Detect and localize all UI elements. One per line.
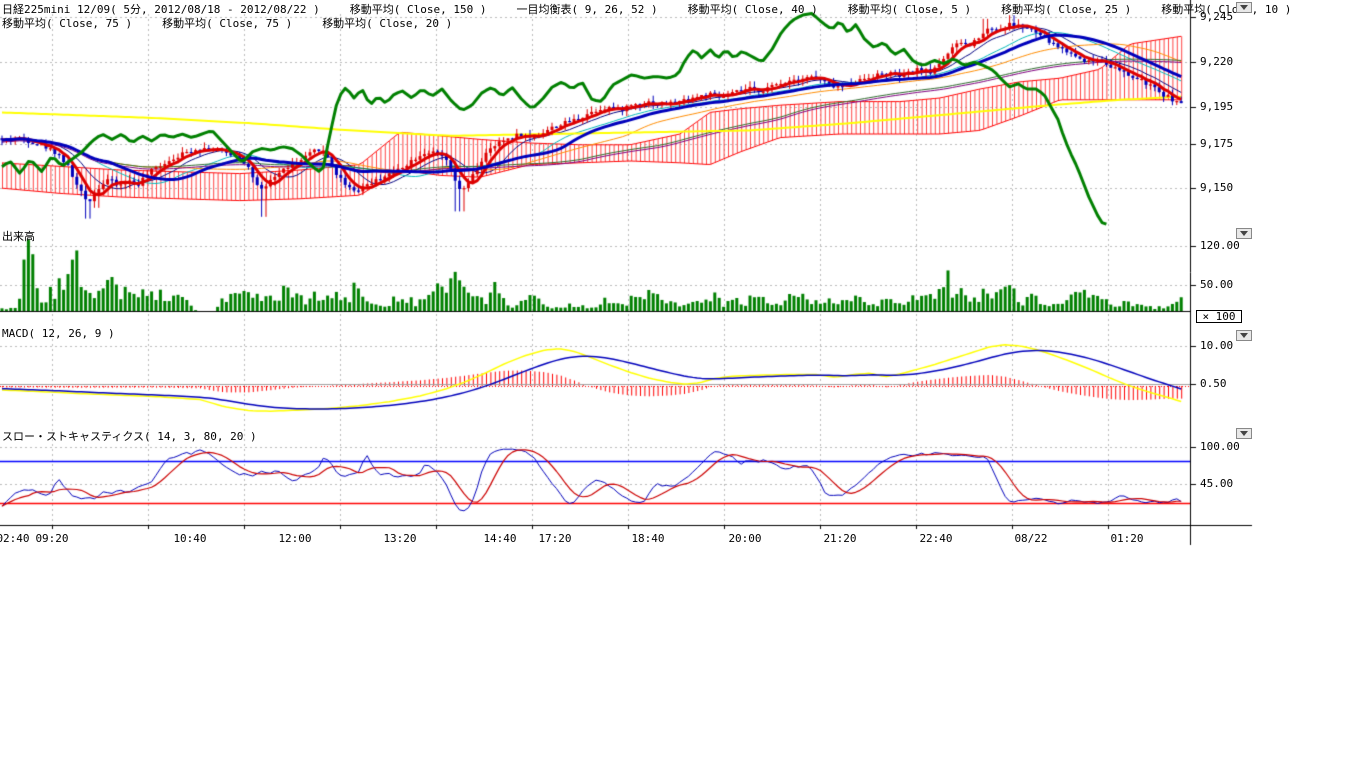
time-axis-tick-label: 17:20 (533, 532, 577, 545)
indicator-label: 移動平均( Close, 20 ) (322, 17, 452, 30)
volume-panel-label: 出来高 (2, 228, 35, 244)
panel-scale-dropdown-button[interactable] (1236, 2, 1252, 13)
time-axis-tick-label: 18:40 (626, 532, 670, 545)
indicator-label: 一目均衡表( 9, 26, 52 ) (517, 3, 658, 16)
price-axis-tick-label: 9,220 (1200, 55, 1260, 68)
panel-scale-dropdown-button[interactable] (1236, 330, 1252, 341)
chevron-down-icon (1240, 431, 1248, 436)
chevron-down-icon (1240, 5, 1248, 10)
time-axis-tick-label: 12:00 (273, 532, 317, 545)
macd-axis-tick-label: 0.50 (1200, 377, 1260, 390)
stochastics-panel-label: スロー・ストキャスティクス( 14, 3, 80, 20 ) (2, 428, 257, 444)
indicator-label: 移動平均( Close, 75 ) (162, 17, 292, 30)
time-axis-tick-label: 09:20 (30, 532, 74, 545)
indicator-label: 移動平均( Close, 5 ) (848, 3, 971, 16)
chevron-down-icon (1240, 333, 1248, 338)
stochastics-axis-tick-label: 100.00 (1200, 440, 1260, 453)
price-axis-tick-label: 9,150 (1200, 181, 1260, 194)
macd-panel-label: MACD( 12, 26, 9 ) (2, 327, 115, 340)
chevron-down-icon (1240, 231, 1248, 236)
volume-axis-tick-label: 120.00 (1200, 239, 1260, 252)
chart-canvas[interactable] (0, 0, 1366, 768)
indicator-label: 移動平均( Close, 75 ) (2, 17, 132, 30)
time-axis-tick-label: 14:40 (478, 532, 522, 545)
panel-scale-dropdown-button[interactable] (1236, 428, 1252, 439)
price-axis-tick-label: 9,175 (1200, 137, 1260, 150)
time-axis-tick-label: 20:00 (723, 532, 767, 545)
price-axis-tick-label: 9,195 (1200, 100, 1260, 113)
time-axis-tick-label: 01:20 (1105, 532, 1149, 545)
time-axis-tick-label: 21:20 (818, 532, 862, 545)
volume-multiplier-badge: × 100 (1196, 310, 1242, 323)
chart-application-window: 日経225mini 12/09( 5分, 2012/08/18 - 2012/0… (0, 0, 1366, 768)
time-axis-tick-label: 22:40 (914, 532, 958, 545)
panel-scale-dropdown-button[interactable] (1236, 228, 1252, 239)
stochastics-axis-tick-label: 45.00 (1200, 477, 1260, 490)
indicator-header-line2: 移動平均( Close, 75 ) 移動平均( Close, 75 ) 移動平均( … (2, 15, 482, 31)
indicator-label: 移動平均( Close, 40 ) (688, 3, 818, 16)
volume-axis-tick-label: 50.00 (1200, 278, 1260, 291)
indicator-label: 移動平均( Close, 25 ) (1001, 3, 1131, 16)
time-axis-tick-label: 10:40 (168, 532, 212, 545)
time-axis-tick-label: 08/22 (1009, 532, 1053, 545)
time-axis-tick-label: 13:20 (378, 532, 422, 545)
